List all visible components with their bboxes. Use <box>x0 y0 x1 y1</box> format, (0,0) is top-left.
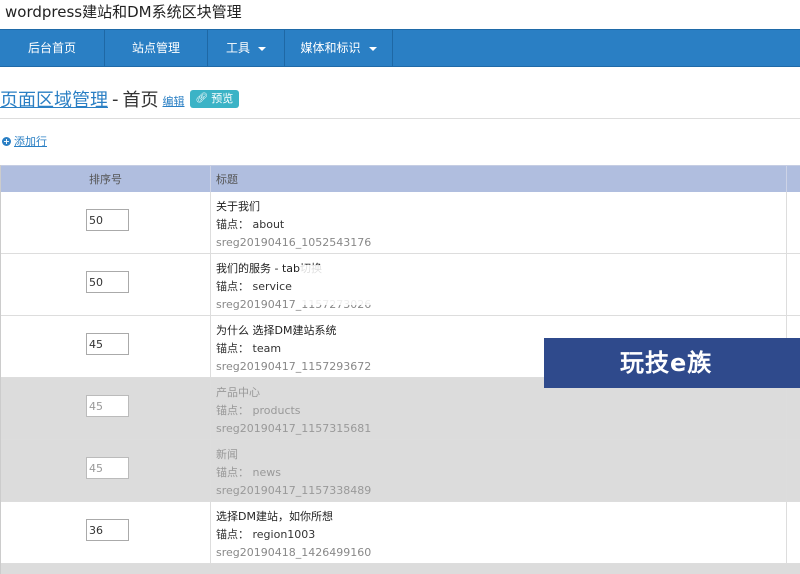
row-anchor: 锚点： region1003 <box>216 526 786 544</box>
nav-item-site-management[interactable]: 站点管理 <box>105 30 208 66</box>
anchor-prefix: 锚点： <box>216 280 249 293</box>
anchor-value: team <box>252 342 282 355</box>
title-cell: 新闻 锚点： news sreg20190417_1157338489 <box>211 440 786 501</box>
anchor-value: region1003 <box>252 528 316 541</box>
anchor-prefix: 锚点： <box>216 218 249 231</box>
table-row: 选择DM建站，如你所想锚点： region1003sreg20190418_14… <box>1 502 800 564</box>
sort-order-input[interactable] <box>86 395 129 417</box>
page-title: 首页 <box>122 90 159 111</box>
anchor-value: service <box>252 280 292 293</box>
sort-cell <box>1 440 211 501</box>
tail-cell <box>786 440 800 501</box>
nav-item-tools[interactable]: 工具 <box>208 30 285 66</box>
anchor-prefix: 锚点： <box>216 466 249 479</box>
main-navbar: 后台首页 站点管理 工具 媒体和标识 <box>0 29 800 67</box>
nav-item-dashboard[interactable]: 后台首页 <box>0 30 105 66</box>
caret-down-icon <box>258 46 266 51</box>
title-cell: 关于我们 锚点： about sreg20190416_1052543176 <box>211 192 786 253</box>
row-id: sreg20190416_1052543176 <box>216 236 372 249</box>
breadcrumb-separator: - <box>112 88 119 110</box>
nav-item-label: 媒体和标识 <box>300 41 361 55</box>
nav-item-label: 站点管理 <box>131 41 180 55</box>
column-header-tail <box>786 166 800 192</box>
link-icon: 🔗︎ <box>195 93 209 104</box>
tail-cell <box>786 502 800 563</box>
row-title[interactable]: 选择DM建站，如你所想 <box>216 508 786 526</box>
row-anchor: 锚点： products <box>216 402 786 420</box>
nav-item-label: 后台首页 <box>27 41 76 55</box>
sort-order-input[interactable] <box>86 519 129 541</box>
anchor-value: news <box>252 466 281 479</box>
caret-down-icon <box>368 46 377 51</box>
title-cell: 我们的服务 - tab切换 锚点： service sreg20190417_115… <box>211 254 786 315</box>
table-header: 排序号 标题 <box>1 165 800 192</box>
anchor-value: about <box>252 218 285 231</box>
row-anchor: 锚点： about <box>216 216 786 234</box>
divider <box>0 118 800 119</box>
sort-order-input[interactable] <box>86 333 129 355</box>
sort-order-input[interactable] <box>86 209 129 231</box>
watermark-logo: 玩技e族 <box>544 338 800 388</box>
anchor-prefix: 锚点： <box>216 528 249 541</box>
sort-cell <box>1 316 211 377</box>
preview-button[interactable]: 🔗︎ 预览 <box>189 90 240 108</box>
sort-cell <box>1 378 211 439</box>
tail-cell <box>786 254 800 315</box>
add-row-button[interactable]: + 添加行 <box>2 133 47 149</box>
sort-cell <box>1 192 211 253</box>
row-anchor: 锚点： news <box>216 464 786 482</box>
site-title: wordpress建站和DM系统区块管理 <box>5 3 242 21</box>
row-id: sreg20190417_1157338489 <box>216 484 372 497</box>
preview-label: 预览 <box>211 92 234 105</box>
row-id: sreg20190418_1426499160 <box>216 546 372 559</box>
column-header-sort[interactable]: 排序号 <box>1 166 211 192</box>
blurred-region <box>300 265 460 305</box>
column-header-title[interactable]: 标题 <box>211 166 786 192</box>
page-header: 页面区域管理 - 首页 编辑 🔗︎ 预览 <box>0 86 240 112</box>
row-title[interactable]: 关于我们 <box>216 198 786 216</box>
edit-link[interactable]: 编辑 <box>163 93 185 109</box>
sort-order-input[interactable] <box>86 457 129 479</box>
sort-cell <box>1 502 211 563</box>
sort-cell <box>1 254 211 315</box>
row-title[interactable]: 新闻 <box>216 446 786 464</box>
anchor-value: products <box>252 404 301 417</box>
anchor-prefix: 锚点： <box>216 342 249 355</box>
title-cell: 选择DM建站，如你所想 锚点： region1003 sreg20190418_14… <box>211 502 786 563</box>
nav-item-label: 工具 <box>225 41 250 55</box>
anchor-prefix: 锚点： <box>216 404 249 417</box>
tail-cell <box>786 192 800 253</box>
table-row-partial <box>1 564 800 574</box>
nav-item-media[interactable]: 媒体和标识 <box>285 30 393 66</box>
table-row: 新闻锚点： newssreg20190417_1157338489 <box>1 440 800 502</box>
plus-circle-icon: + <box>2 136 11 146</box>
table-row: 关于我们锚点： aboutsreg20190416_1052543176 <box>1 192 800 254</box>
row-id: sreg20190417_1157315681 <box>216 422 372 435</box>
sort-order-input[interactable] <box>86 271 129 293</box>
breadcrumb-link[interactable]: 页面区域管理 <box>0 86 108 112</box>
add-row-label: 添加行 <box>14 135 47 148</box>
